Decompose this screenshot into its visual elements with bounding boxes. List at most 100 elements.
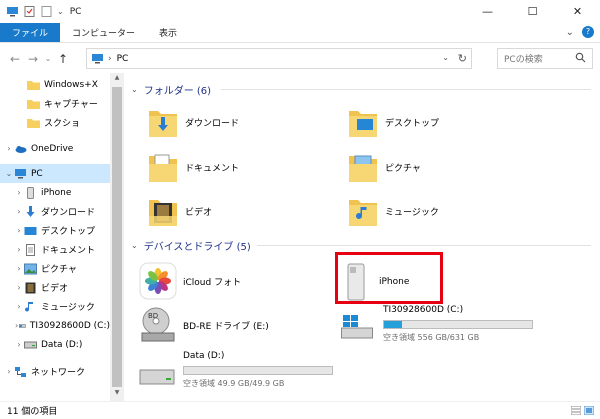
folder-desktop[interactable]: デスクトップ <box>347 105 439 139</box>
folders-group-header[interactable]: ⌄ フォルダー (6) <box>131 82 211 97</box>
sidebar-item-capture[interactable]: キャプチャー <box>0 94 110 113</box>
folder-label: ダウンロード <box>185 118 240 129</box>
videos-folder-icon <box>149 200 177 226</box>
sidebar-item-iphone[interactable]: › iPhone <box>0 183 110 202</box>
sidebar-scrollbar[interactable]: ▲ ▼ <box>110 73 124 401</box>
sidebar-item-windows-x[interactable]: Windows+X <box>0 75 110 94</box>
close-button[interactable]: ✕ <box>555 0 600 23</box>
sidebar-item-desktop[interactable]: › デスクトップ <box>0 221 110 240</box>
chevron-right-icon[interactable]: › <box>4 144 14 153</box>
tab-file[interactable]: ファイル <box>0 23 61 42</box>
pictures-folder-icon <box>349 155 377 182</box>
back-button[interactable]: ← <box>6 52 24 66</box>
chevron-right-icon[interactable]: › <box>4 367 14 376</box>
svg-text:BD: BD <box>148 312 158 320</box>
address-dropdown-icon[interactable]: ⌄ <box>442 53 449 62</box>
chevron-right-icon[interactable]: › <box>14 188 24 197</box>
sidebar-item-label: ネットワーク <box>31 368 86 378</box>
properties-icon[interactable] <box>23 6 36 17</box>
scroll-down-icon[interactable]: ▼ <box>110 389 124 401</box>
sidebar-item-downloads[interactable]: › ダウンロード <box>0 202 110 221</box>
folders-group-title: フォルダー (6) <box>143 86 212 97</box>
chevron-right-icon[interactable]: › <box>14 207 24 216</box>
up-button[interactable]: ↑ <box>54 52 72 66</box>
download-icon <box>26 205 35 217</box>
music-icon <box>25 301 33 312</box>
folder-downloads[interactable]: ダウンロード <box>147 105 239 139</box>
sidebar-item-label: Windows+X <box>44 79 98 90</box>
pc-icon[interactable] <box>6 6 19 17</box>
ribbon-collapse-icon[interactable]: ⌄ <box>566 27 574 38</box>
details-view-icon[interactable] <box>571 406 581 415</box>
sidebar-item-label: ダウンロード <box>41 208 96 218</box>
breadcrumb[interactable]: PC <box>117 54 129 64</box>
chevron-right-icon[interactable]: › <box>14 302 24 311</box>
sidebar-item-network[interactable]: › ネットワーク <box>0 362 110 381</box>
scroll-up-icon[interactable]: ▲ <box>110 74 124 86</box>
devices-group-header[interactable]: ⌄ デバイスとドライブ (5) <box>131 238 251 253</box>
device-bd-drive[interactable]: BD BD-RE ドライブ (E:) <box>139 306 269 344</box>
device-label: BD-RE ドライブ (E:) <box>183 321 269 332</box>
chevron-down-icon[interactable]: ⌄ <box>131 85 138 94</box>
chevron-down-icon[interactable]: ⌄ <box>131 241 138 250</box>
new-folder-icon[interactable] <box>40 6 53 17</box>
large-icons-view-icon[interactable] <box>584 406 594 415</box>
chevron-right-icon[interactable]: › <box>14 340 24 349</box>
ribbon-tabs: ファイル コンピューター 表示 ⌄ ? <box>0 23 600 43</box>
documents-folder-icon <box>149 154 177 182</box>
sidebar-item-drive-d[interactable]: › Data (D:) <box>0 335 110 354</box>
refresh-icon[interactable]: ↻ <box>458 52 467 65</box>
address-bar[interactable]: › PC ⌄ ↻ <box>86 48 472 69</box>
chevron-down-icon[interactable]: ⌄ <box>4 169 14 178</box>
content-pane: ⌄ フォルダー (6) ダウンロード デスクトップ ドキュメント ピクチャ ビデ… <box>125 73 600 401</box>
divider <box>221 89 591 90</box>
chevron-right-icon[interactable]: › <box>14 264 24 273</box>
sidebar-item-drive-c[interactable]: › TI30928600D (C:) <box>0 316 110 335</box>
help-icon[interactable]: ? <box>582 26 594 38</box>
picture-icon <box>24 263 37 274</box>
sidebar-item-music[interactable]: › ミュージック <box>0 297 110 316</box>
sidebar-item-screenshots[interactable]: スクショ <box>0 113 110 132</box>
sidebar-scroll-thumb[interactable] <box>112 87 122 387</box>
status-bar: 11 個の項目 <box>0 401 600 419</box>
folder-music[interactable]: ミュージック <box>347 194 439 228</box>
folder-videos[interactable]: ビデオ <box>147 194 212 228</box>
recent-locations-icon[interactable]: ⌄ <box>42 54 54 63</box>
device-drive-d[interactable]: Data (D:) 空き領域 49.9 GB/49.9 GB <box>139 348 349 392</box>
search-input[interactable]: PCの検索 <box>497 48 593 69</box>
folder-documents[interactable]: ドキュメント <box>147 150 239 184</box>
title-bar: ⌄ PC — ☐ ✕ <box>0 0 600 23</box>
sidebar-item-videos[interactable]: › ビデオ <box>0 278 110 297</box>
chevron-right-icon[interactable]: › <box>14 226 24 235</box>
drive-icon <box>24 341 37 348</box>
folder-icon <box>27 118 40 128</box>
tab-view[interactable]: 表示 <box>147 23 189 42</box>
minimize-button[interactable]: — <box>465 0 510 23</box>
sidebar-item-pc[interactable]: ⌄ PC <box>0 164 110 183</box>
network-icon <box>15 366 26 377</box>
drive-usage-bar <box>183 366 333 375</box>
sidebar-item-label: iPhone <box>41 187 72 198</box>
quick-access-dropdown-icon[interactable]: ⌄ <box>57 7 64 16</box>
device-drive-c[interactable]: TI30928600D (C:) 空き領域 556 GB/631 GB <box>339 302 539 346</box>
desktop-folder-icon <box>349 111 377 137</box>
breadcrumb-separator[interactable]: › <box>108 54 112 64</box>
chevron-right-icon[interactable]: › <box>14 245 24 254</box>
folder-icon <box>27 99 40 109</box>
folder-pictures[interactable]: ピクチャ <box>347 150 421 184</box>
chevron-right-icon[interactable]: › <box>14 283 24 292</box>
folder-label: デスクトップ <box>385 118 440 129</box>
device-icloud-photos[interactable]: iCloud フォト <box>139 262 241 300</box>
sidebar-item-pictures[interactable]: › ピクチャ <box>0 259 110 278</box>
tab-computer[interactable]: コンピューター <box>60 23 147 42</box>
navigation-bar: ← → ⌄ ↑ › PC ⌄ ↻ PCの検索 <box>0 44 600 73</box>
folder-label: ピクチャ <box>385 163 421 174</box>
document-icon <box>26 243 35 256</box>
maximize-button[interactable]: ☐ <box>510 0 555 23</box>
search-icon[interactable] <box>575 52 586 63</box>
sidebar-item-onedrive[interactable]: › OneDrive <box>0 139 110 158</box>
folder-label: ビデオ <box>185 207 213 218</box>
sidebar-item-label: ビデオ <box>41 284 69 294</box>
forward-button[interactable]: → <box>24 52 42 66</box>
sidebar-item-documents[interactable]: › ドキュメント <box>0 240 110 259</box>
